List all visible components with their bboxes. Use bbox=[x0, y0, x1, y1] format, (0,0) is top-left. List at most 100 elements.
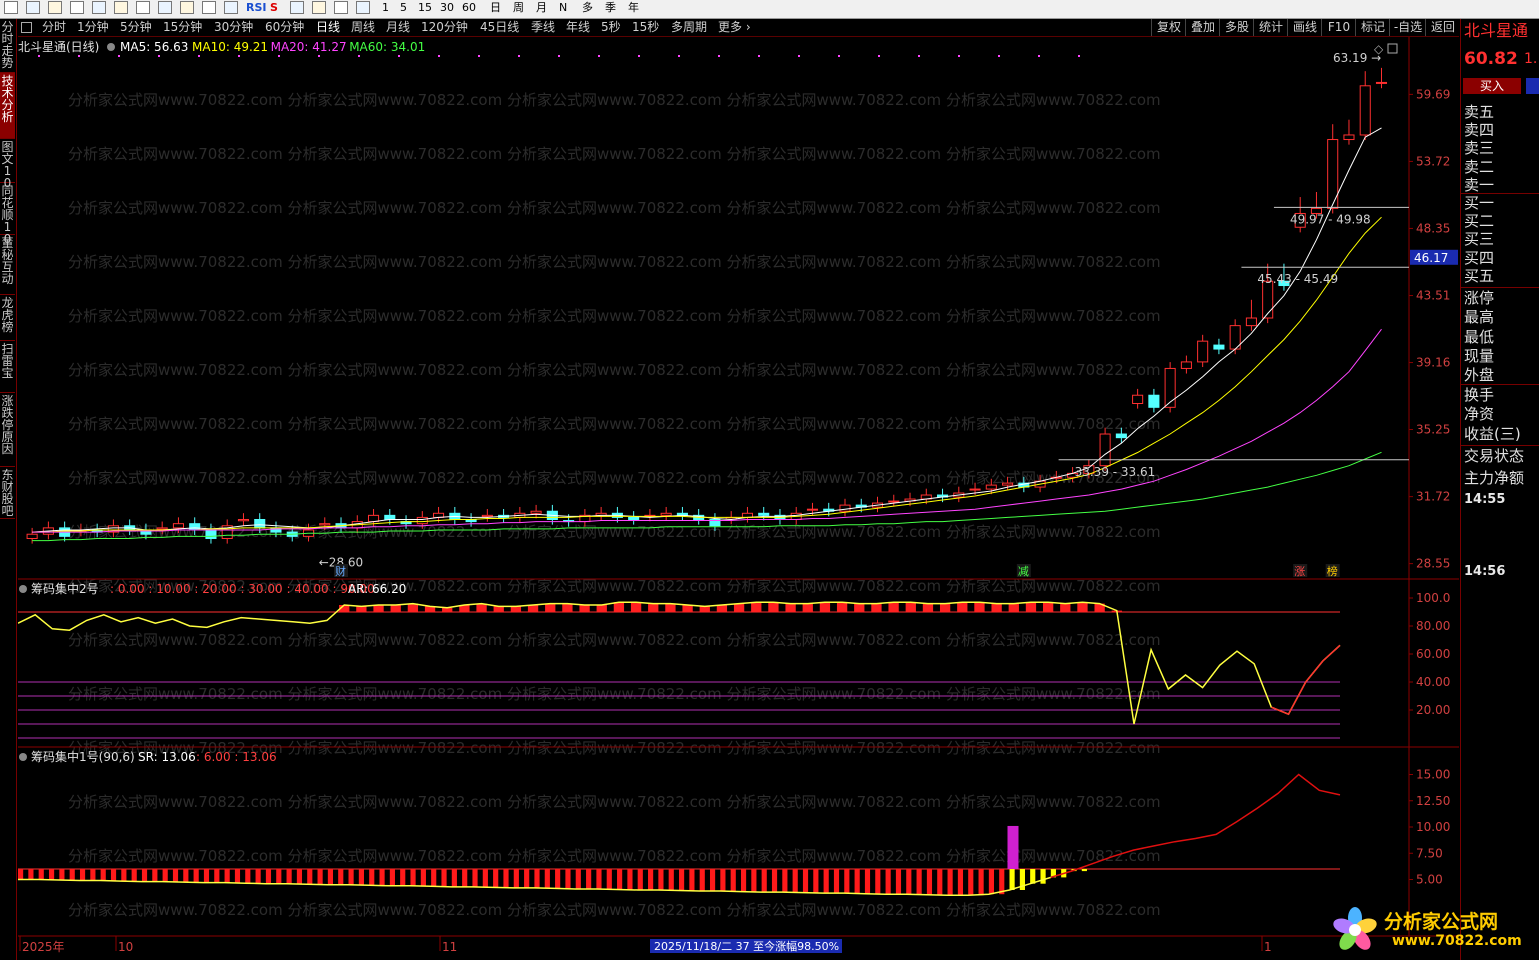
dot-marker bbox=[38, 55, 40, 57]
toolbar-period-3[interactable]: N bbox=[559, 1, 567, 15]
candle-body bbox=[1375, 81, 1388, 84]
stock-chart-svg[interactable]: 分析家公式网www.70822.com 分析家公式网www.70822.com … bbox=[18, 37, 1459, 960]
toolbar-minute-30[interactable]: 30 bbox=[440, 1, 454, 15]
period-right-button-1[interactable]: 叠加 bbox=[1185, 19, 1220, 36]
toolbar-period-2[interactable]: 月 bbox=[536, 1, 547, 15]
left-tab-1[interactable]: 技术分析 bbox=[0, 73, 15, 139]
toolbar-period-4[interactable]: 多 bbox=[582, 1, 593, 15]
left-tab-4[interactable]: 董秘互动 bbox=[0, 235, 15, 295]
buy-button[interactable]: 买入 bbox=[1463, 78, 1521, 94]
event-marker-3[interactable]: 榜 bbox=[1327, 564, 1338, 578]
rsi-icon[interactable]: RSI bbox=[246, 1, 267, 15]
period-tab-15[interactable]: 多周期 bbox=[671, 20, 707, 35]
ind1-sr-label: SR: 13.06 bbox=[138, 750, 196, 764]
stat-label-7: 收益(三) bbox=[1464, 424, 1521, 443]
circle-icon[interactable] bbox=[224, 1, 238, 14]
period-tab-9[interactable]: 120分钟 bbox=[421, 20, 468, 35]
move-icon[interactable] bbox=[290, 1, 304, 14]
toolbar-period-0[interactable]: 日 bbox=[490, 1, 501, 15]
ind1-bar bbox=[265, 869, 272, 884]
ma-settings-icon[interactable] bbox=[107, 43, 115, 51]
period-right-button-5[interactable]: F10 bbox=[1321, 19, 1356, 36]
f2-icon[interactable] bbox=[180, 1, 194, 14]
period-tab-0[interactable]: 分时 bbox=[42, 20, 66, 35]
dot-marker bbox=[878, 55, 880, 57]
grid-toggle-icon[interactable] bbox=[21, 22, 32, 33]
ind1-bar bbox=[895, 869, 902, 895]
event-marker-2[interactable]: 涨 bbox=[1294, 565, 1305, 578]
period-right-button-3[interactable]: 统计 bbox=[1253, 19, 1288, 36]
table-icon[interactable] bbox=[92, 1, 106, 14]
ind2-settings-icon[interactable] bbox=[19, 585, 27, 593]
pen-icon[interactable] bbox=[312, 1, 326, 14]
toolbar-period-5[interactable]: 季 bbox=[605, 1, 616, 15]
left-tab-7[interactable]: 涨跌停原因 bbox=[0, 393, 15, 467]
window-toggle-icon[interactable] bbox=[1387, 43, 1398, 54]
back-icon[interactable] bbox=[4, 1, 18, 14]
period-right-button-2[interactable]: 多股 bbox=[1219, 19, 1254, 36]
period-tab-2[interactable]: 5分钟 bbox=[120, 20, 152, 35]
chip-range-label: 49.97 - 49.98 bbox=[1290, 212, 1371, 226]
ind1-bar bbox=[28, 869, 34, 880]
ind1-bar bbox=[224, 869, 230, 883]
sell-button[interactable] bbox=[1526, 78, 1539, 94]
period-tab-8[interactable]: 月线 bbox=[386, 20, 410, 35]
refresh-icon[interactable] bbox=[48, 1, 62, 14]
left-tab-0[interactable]: 分时走势 bbox=[0, 19, 15, 73]
period-right-button-8[interactable]: 返回 bbox=[1425, 19, 1460, 36]
left-tab-3[interactable]: 同花顺10 bbox=[0, 183, 15, 245]
period-tab-13[interactable]: 5秒 bbox=[601, 20, 621, 35]
chart-icon[interactable] bbox=[70, 1, 84, 14]
ind2-bar bbox=[716, 605, 728, 612]
period-tab-10[interactable]: 45日线 bbox=[480, 20, 519, 35]
period-right-button-0[interactable]: 复权 bbox=[1151, 19, 1186, 36]
dot-marker bbox=[678, 55, 680, 57]
f3-icon[interactable] bbox=[202, 1, 216, 14]
toolbar-minute-15[interactable]: 15 bbox=[418, 1, 432, 15]
stat-label-0: 涨停 bbox=[1464, 289, 1495, 307]
left-tab-6[interactable]: 扫雷宝 bbox=[0, 341, 15, 393]
period-right-button-6[interactable]: 标记 bbox=[1355, 19, 1390, 36]
period-tab-5[interactable]: 60分钟 bbox=[265, 20, 304, 35]
period-tab-7[interactable]: 周线 bbox=[351, 20, 375, 35]
ind1-bar bbox=[317, 869, 323, 885]
refresh2-icon[interactable] bbox=[356, 1, 370, 14]
period-tab-1[interactable]: 1分钟 bbox=[77, 20, 109, 35]
ind1-settings-icon[interactable] bbox=[19, 753, 27, 761]
line-chart-icon[interactable] bbox=[114, 1, 128, 14]
period-tab-16[interactable]: 更多 › bbox=[718, 20, 751, 35]
period-tab-14[interactable]: 15秒 bbox=[632, 20, 659, 35]
period-tab-6[interactable]: 日线 bbox=[316, 20, 340, 35]
ind2-axis-label: 60.00 bbox=[1416, 647, 1450, 661]
right-quote-panel: 北斗星通 60.82 1. 买入 卖五 卖四 卖三 卖二 卖一 买一 买二 买三 买四 买五 涨停 最高 最低现… bbox=[1460, 19, 1539, 960]
toolbar-minute-1[interactable]: 1 bbox=[382, 1, 389, 15]
ind1-bar bbox=[79, 869, 86, 881]
ind1-bar bbox=[875, 869, 881, 894]
toolbar-minute-5[interactable]: 5 bbox=[400, 1, 407, 15]
period-right-button-4[interactable]: 画线 bbox=[1287, 19, 1322, 36]
ind1-axis-label: 15.00 bbox=[1416, 768, 1450, 782]
f10-icon[interactable] bbox=[158, 1, 172, 14]
bar-chart-icon[interactable] bbox=[136, 1, 150, 14]
toolbar-minute-60[interactable]: 60 bbox=[462, 1, 476, 15]
left-tab-8[interactable]: 东财股吧 bbox=[0, 467, 15, 519]
toolbar-period-6[interactable]: 年 bbox=[628, 1, 639, 15]
period-tab-12[interactable]: 年线 bbox=[566, 20, 590, 35]
period-tab-3[interactable]: 15分钟 bbox=[163, 20, 202, 35]
ind2-bar bbox=[545, 603, 556, 612]
event-marker-1[interactable]: 减 bbox=[1018, 565, 1029, 578]
toolbar-period-1[interactable]: 周 bbox=[513, 1, 524, 15]
up-arrow-icon[interactable] bbox=[26, 1, 40, 14]
period-tab-4[interactable]: 30分钟 bbox=[214, 20, 253, 35]
event-marker-0[interactable]: 财 bbox=[335, 564, 346, 578]
diamond-icon[interactable]: ◇ bbox=[1374, 42, 1384, 56]
dot-marker bbox=[598, 55, 600, 57]
left-tab-2[interactable]: 图文10 bbox=[0, 139, 15, 189]
ind2-bar bbox=[1008, 603, 1019, 612]
period-right-button-7[interactable]: -自选 bbox=[1389, 19, 1426, 36]
left-tab-5[interactable]: 龙虎榜 bbox=[0, 295, 15, 341]
f5-icon[interactable] bbox=[334, 1, 348, 14]
price-axis-label: 48.35 bbox=[1416, 221, 1450, 235]
s-icon[interactable]: S bbox=[270, 1, 278, 15]
period-tab-11[interactable]: 季线 bbox=[531, 20, 555, 35]
